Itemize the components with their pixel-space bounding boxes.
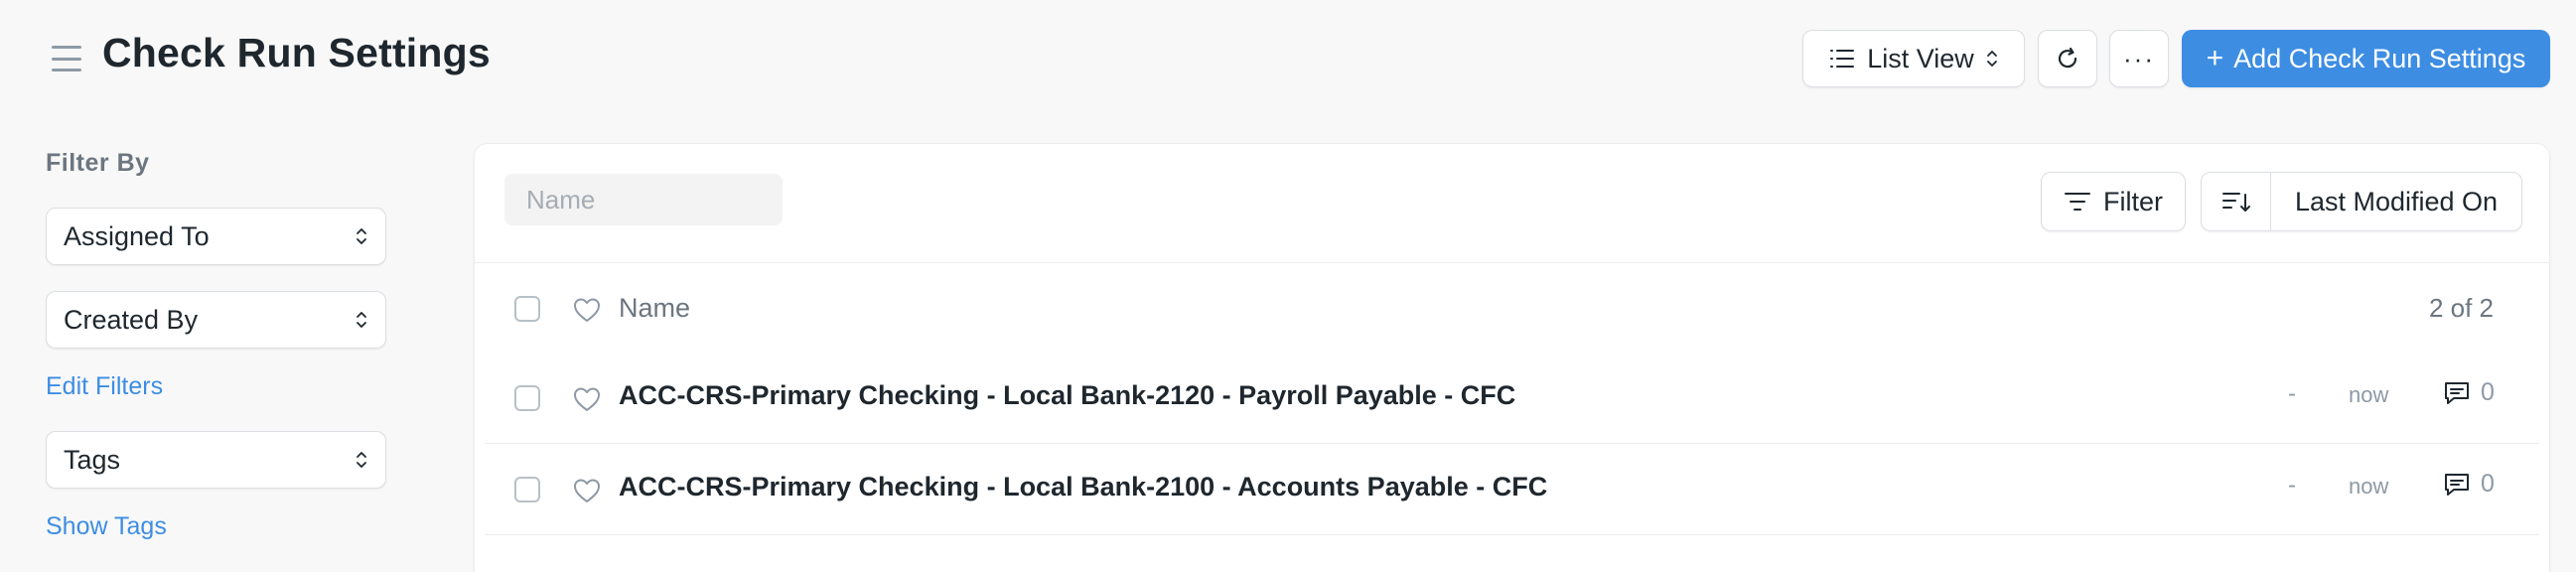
menu-line bbox=[52, 46, 81, 49]
list-icon bbox=[1830, 50, 1855, 68]
assigned-to-select[interactable]: Assigned To bbox=[46, 208, 386, 265]
edit-filters-link[interactable]: Edit Filters bbox=[46, 372, 163, 401]
row-comment-count[interactable]: 0 bbox=[2443, 470, 2495, 499]
row-comment-count[interactable]: 0 bbox=[2443, 378, 2495, 407]
updown-chevron-icon bbox=[357, 452, 366, 468]
sort-control: Last Modified On bbox=[2201, 172, 2522, 231]
sort-direction-button[interactable] bbox=[2202, 173, 2271, 230]
row-divider bbox=[485, 534, 2539, 535]
sort-field-button[interactable]: Last Modified On bbox=[2271, 173, 2521, 230]
name-column-header: Name bbox=[619, 293, 691, 323]
list-view-select[interactable]: List View bbox=[1802, 30, 2025, 87]
heart-icon[interactable] bbox=[572, 296, 602, 324]
name-search-input[interactable] bbox=[504, 174, 783, 225]
row-modified-time: now bbox=[2349, 474, 2389, 499]
refresh-button[interactable] bbox=[2038, 30, 2097, 87]
filter-by-heading: Filter By bbox=[46, 149, 150, 177]
row-checkbox[interactable] bbox=[514, 385, 540, 411]
page-title: Check Run Settings bbox=[102, 30, 491, 75]
heart-icon[interactable] bbox=[572, 385, 602, 413]
assigned-to-label: Assigned To bbox=[64, 220, 210, 251]
row-dash: - bbox=[2288, 380, 2296, 407]
list-row[interactable]: ACC-CRS-Primary Checking - Local Bank-21… bbox=[475, 444, 2549, 535]
updown-chevron-icon bbox=[357, 312, 366, 328]
sort-descending-icon bbox=[2221, 193, 2250, 212]
filter-icon bbox=[2065, 193, 2090, 211]
comment-icon bbox=[2445, 473, 2469, 496]
menu-line bbox=[52, 57, 81, 61]
select-all-checkbox[interactable] bbox=[514, 296, 540, 322]
updown-chevron-icon bbox=[1986, 51, 1997, 67]
row-dash: - bbox=[2288, 472, 2296, 499]
created-by-select[interactable]: Created By bbox=[46, 291, 386, 349]
menu-toggle-icon[interactable] bbox=[50, 44, 83, 73]
plus-icon: + bbox=[2206, 42, 2224, 74]
filter-label: Filter bbox=[2103, 186, 2163, 216]
list-view-label: List View bbox=[1867, 43, 1974, 73]
more-actions-button[interactable]: ··· bbox=[2109, 30, 2169, 87]
tags-label: Tags bbox=[64, 444, 121, 475]
more-icon: ··· bbox=[2123, 43, 2155, 73]
page-header: Check Run Settings List View ··· + Add C… bbox=[0, 0, 2576, 119]
filter-button[interactable]: Filter bbox=[2041, 172, 2186, 231]
list-panel: Filter Last Modified On Name 2 of 2 bbox=[474, 143, 2550, 572]
row-checkbox[interactable] bbox=[514, 477, 540, 502]
add-button-label: Add Check Run Settings bbox=[2233, 43, 2526, 73]
add-check-run-settings-button[interactable]: + Add Check Run Settings bbox=[2182, 30, 2550, 87]
comment-count: 0 bbox=[2481, 378, 2495, 406]
toolbar-divider bbox=[475, 262, 2549, 263]
menu-line bbox=[52, 69, 81, 72]
row-name-link[interactable]: ACC-CRS-Primary Checking - Local Bank-21… bbox=[619, 380, 1515, 411]
tags-select[interactable]: Tags bbox=[46, 431, 386, 489]
heart-icon[interactable] bbox=[572, 477, 602, 504]
show-tags-link[interactable]: Show Tags bbox=[46, 512, 167, 541]
refresh-icon bbox=[2058, 47, 2077, 69]
created-by-label: Created By bbox=[64, 304, 199, 335]
comment-icon bbox=[2445, 381, 2469, 404]
row-modified-time: now bbox=[2349, 382, 2389, 407]
result-count: 2 of 2 bbox=[2428, 293, 2494, 323]
row-name-link[interactable]: ACC-CRS-Primary Checking - Local Bank-21… bbox=[619, 472, 1547, 502]
updown-chevron-icon bbox=[357, 228, 366, 244]
comment-count: 0 bbox=[2481, 470, 2495, 498]
list-row[interactable]: ACC-CRS-Primary Checking - Local Bank-21… bbox=[475, 353, 2549, 444]
